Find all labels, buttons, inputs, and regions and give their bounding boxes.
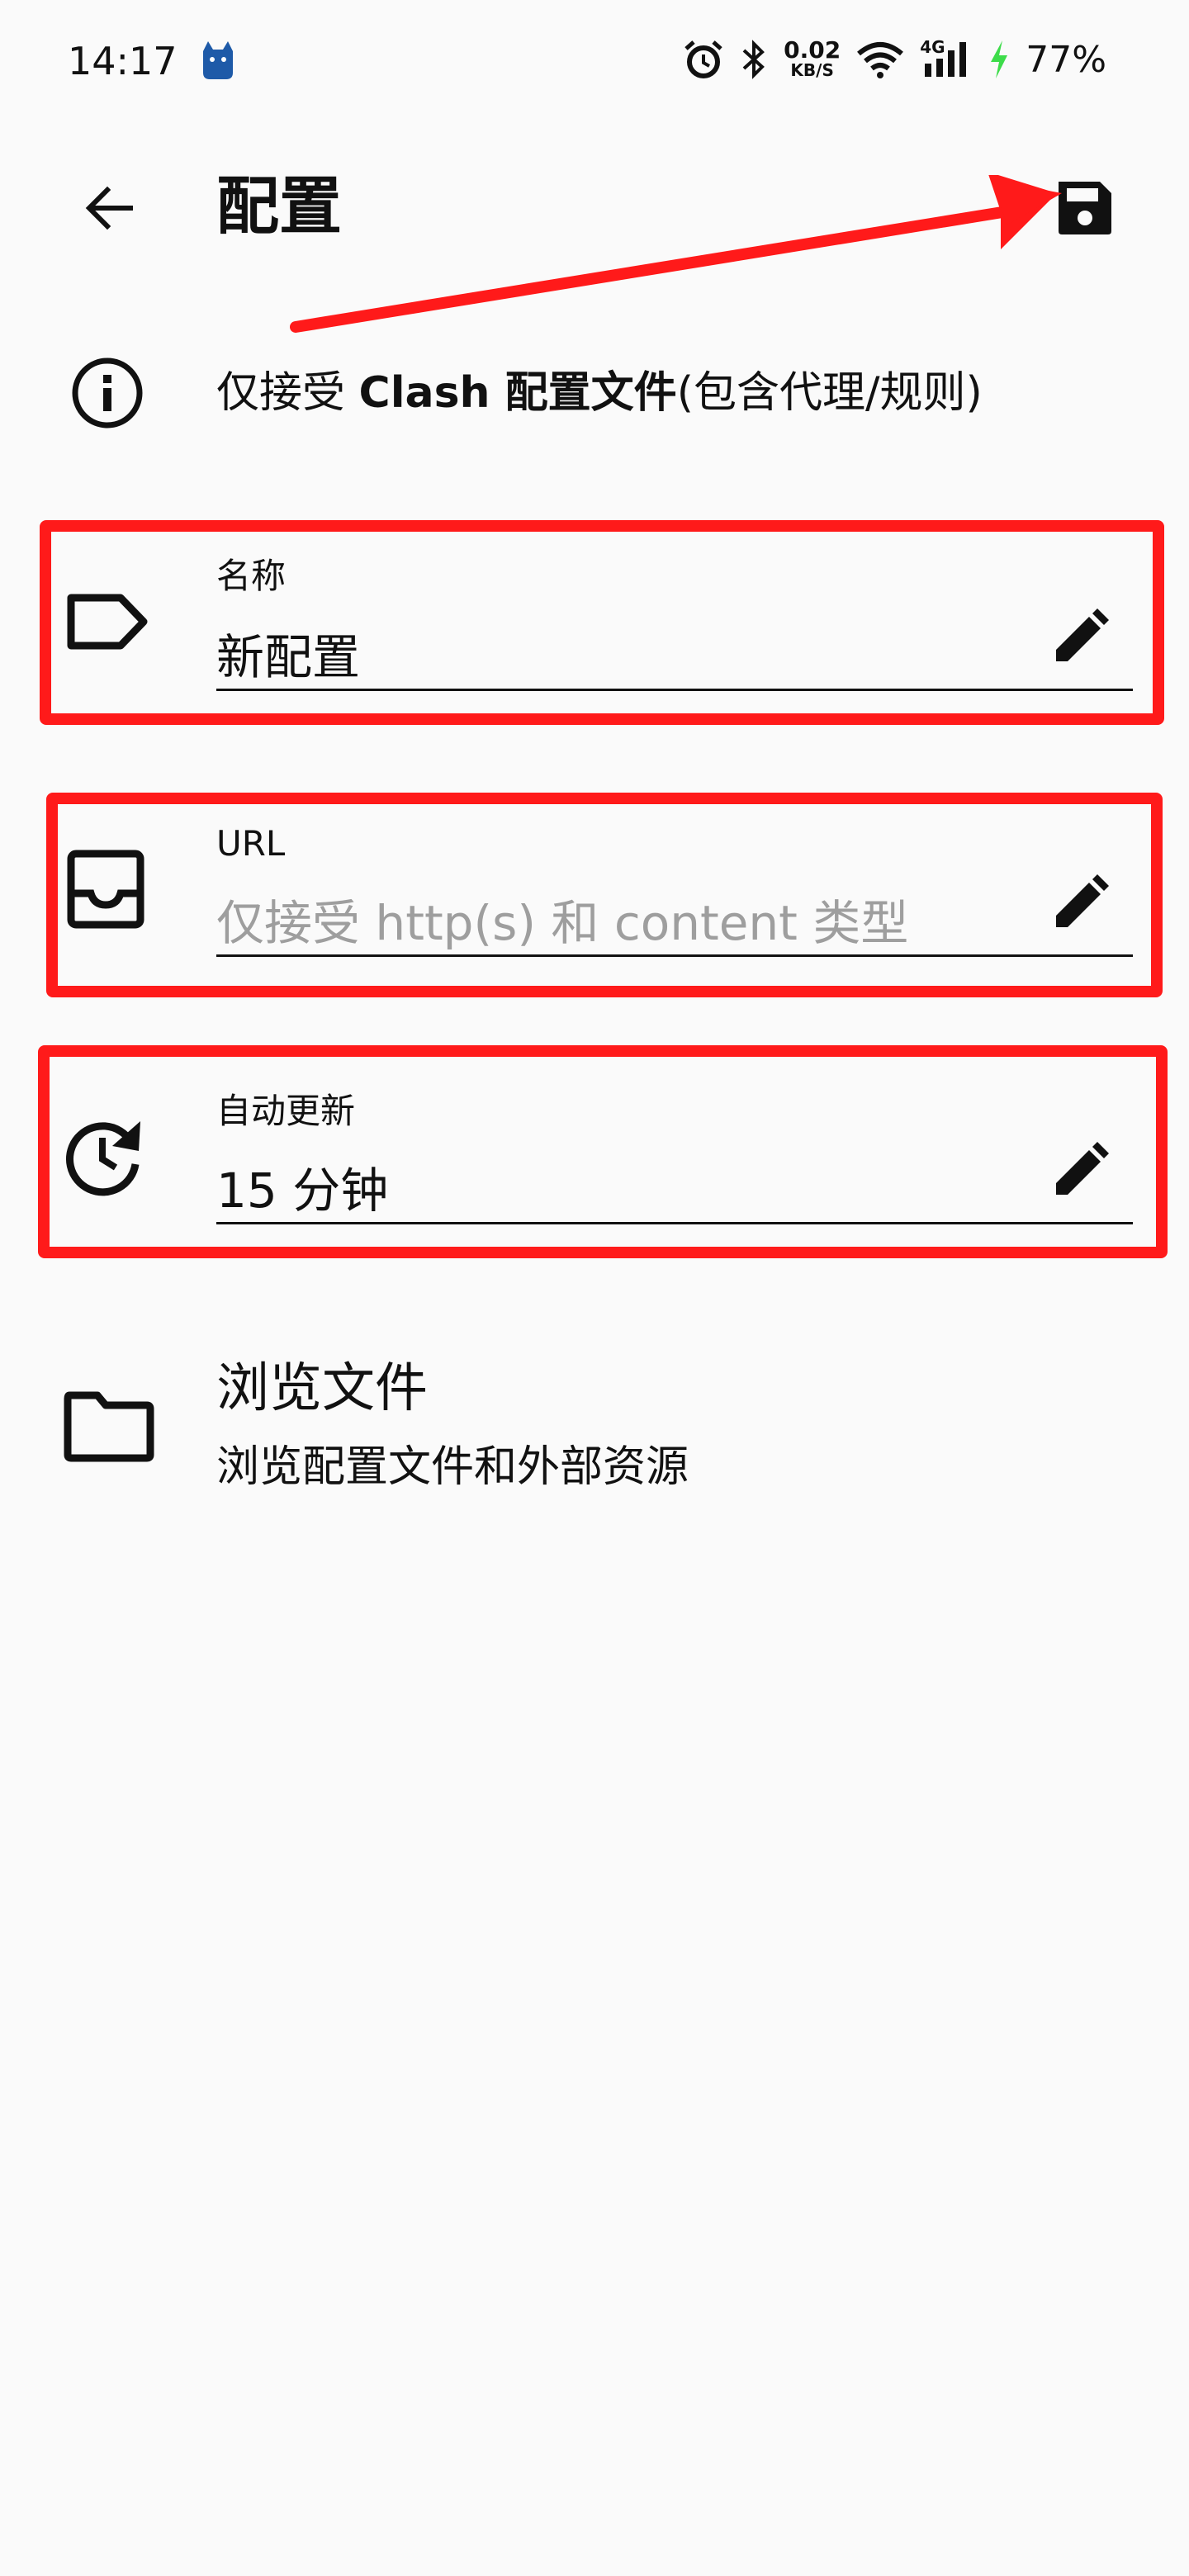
edit-url-button[interactable] (1045, 869, 1115, 938)
browse-files-title: 浏览文件 (216, 1358, 428, 1419)
browse-files-subtitle: 浏览配置文件和外部资源 (216, 1442, 689, 1492)
battery-percentage: 77% (1026, 38, 1106, 81)
info-circle-icon (72, 358, 143, 429)
cellular-signal: 4G (920, 39, 973, 80)
info-text-prefix: 仅接受 (216, 368, 359, 418)
status-time: 14:17 (68, 39, 178, 83)
bluetooth-icon (742, 40, 765, 79)
alarm-icon (685, 40, 722, 78)
network-speed: 0.02 KB/S (784, 36, 841, 80)
wifi-icon (857, 42, 904, 78)
auto-update-underline (216, 1222, 1133, 1224)
auto-update-field[interactable] (48, 1055, 1159, 1248)
info-text-bold: Clash 配置文件 (358, 368, 677, 418)
edit-auto-update-button[interactable] (1045, 1136, 1115, 1205)
clock-refresh-icon (65, 1121, 140, 1196)
network-speed-value: 0.02 (784, 36, 841, 64)
cat-notification-icon (203, 41, 233, 79)
info-text-suffix: (包含代理/规则) (676, 368, 983, 418)
auto-update-label: 自动更新 (216, 1091, 356, 1131)
pencil-icon (1056, 608, 1109, 661)
url-underline (216, 954, 1133, 957)
folder-icon (64, 1391, 154, 1462)
auto-update-value: 15 分钟 (216, 1163, 389, 1219)
edit-name-button[interactable] (1045, 603, 1115, 672)
annotation-arrow (290, 175, 1062, 333)
name-label: 名称 (216, 556, 287, 596)
url-label: URL (216, 823, 286, 864)
inbox-tray-icon (67, 850, 144, 929)
url-placeholder: 仅接受 http(s) 和 content 类型 (216, 895, 909, 951)
network-speed-unit: KB/S (790, 60, 834, 80)
label-tag-icon (67, 594, 148, 650)
name-underline (216, 689, 1133, 691)
charging-bolt-icon (991, 40, 1008, 78)
pencil-icon (1056, 874, 1109, 927)
name-value: 新配置 (216, 629, 361, 685)
pencil-icon (1056, 1142, 1109, 1195)
back-button[interactable] (71, 170, 147, 246)
status-icons: 0.02 KB/S 4G 77% (683, 33, 1106, 86)
signal-bars-icon (925, 42, 967, 77)
arrow-left-icon (85, 186, 133, 230)
info-text: 仅接受 Clash 配置文件(包含代理/规则) (216, 363, 983, 423)
